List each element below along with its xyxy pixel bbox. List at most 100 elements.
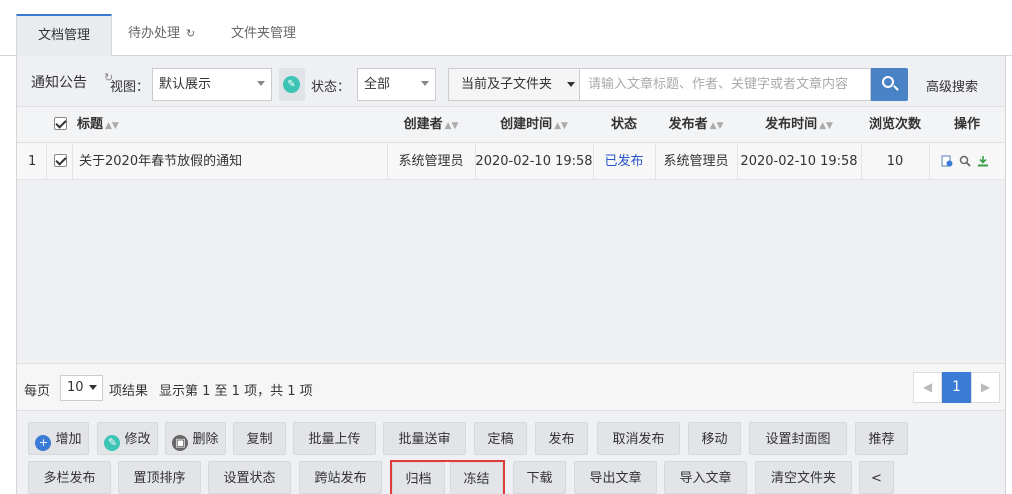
finalize-button[interactable]: 定稿	[474, 422, 527, 455]
scope-select-value: 当前及子文件夹	[461, 77, 553, 92]
set-status-button[interactable]: 设置状态	[208, 461, 291, 494]
filter-toolbar: 通知公告 ↻ 视图： 默认展示 ✎ 状态： 全部 当前及子文件夹 请输入文章标题…	[17, 56, 1005, 106]
export-articles-button[interactable]: 导出文章	[574, 461, 657, 494]
clear-folder-button[interactable]: 清空文件夹	[755, 461, 852, 494]
column-header-created[interactable]: 创建时间 ▲▼	[475, 107, 593, 143]
sort-icon: ▲▼	[444, 121, 459, 131]
unpublish-button[interactable]: 取消发布	[597, 422, 680, 455]
column-header-ops: 操作	[929, 107, 1005, 143]
page-size-select[interactable]: 10	[60, 375, 103, 401]
export-articles-label: 导出文章	[589, 471, 642, 486]
column-publisher-label: 发布者	[668, 117, 708, 132]
sort-icon: ▲▼	[554, 121, 568, 131]
cross-site-publish-button[interactable]: 跨站发布	[299, 461, 382, 494]
search-input[interactable]: 请输入文章标题、作者、关键字或者文章内容	[579, 68, 871, 101]
result-summary: 显示第 1 至 1 项，共 1 项	[159, 384, 313, 399]
delete-button[interactable]: ▣ 删除	[165, 422, 226, 455]
tab-pending[interactable]: 待办处理 ↻	[112, 14, 211, 56]
caret-down-icon	[89, 385, 97, 390]
row-checkbox[interactable]	[54, 154, 67, 167]
column-header-published[interactable]: 发布时间 ▲▼	[737, 107, 861, 143]
column-header-status: 状态	[593, 107, 655, 143]
row-index: 1	[28, 154, 37, 169]
chevron-left-icon: <	[871, 471, 882, 486]
column-created-label: 创建时间	[500, 117, 553, 132]
column-status-label: 状态	[610, 117, 637, 132]
multi-column-publish-button[interactable]: 多栏发布	[28, 461, 111, 494]
table-empty-area	[17, 180, 1005, 363]
batch-review-button[interactable]: 批量送审	[383, 422, 466, 455]
move-label: 移动	[701, 432, 728, 447]
column-views-label: 浏览次数	[868, 117, 921, 132]
move-button[interactable]: 移动	[688, 422, 741, 455]
batch-upload-button[interactable]: 批量上传	[293, 422, 376, 455]
result-label: 项结果	[109, 384, 149, 399]
advanced-search-link[interactable]: 高级搜索	[926, 76, 978, 95]
folder-title: 通知公告	[31, 75, 87, 91]
view-select[interactable]: 默认展示	[152, 68, 272, 101]
edit-view-button[interactable]: ✎	[279, 68, 305, 101]
set-cover-button[interactable]: 设置封面图	[749, 422, 847, 455]
status-select[interactable]: 全部	[357, 68, 436, 101]
recommend-label: 推荐	[868, 432, 895, 447]
tab-document-management[interactable]: 文档管理	[16, 14, 112, 57]
chevron-left-icon: ◀	[922, 380, 933, 394]
row-publisher: 系统管理员	[663, 154, 729, 169]
row-creator: 系统管理员	[398, 154, 464, 169]
prev-page-button[interactable]: ◀	[913, 372, 942, 403]
download-button[interactable]: 下载	[513, 461, 566, 494]
publish-label: 发布	[548, 432, 575, 447]
next-page-button[interactable]: ▶	[971, 372, 1000, 403]
table-row[interactable]: 1 关于2020年春节放假的通知 系统管理员 2020-02-10 19:58 …	[17, 143, 1005, 180]
view-label: 视图：	[110, 80, 150, 95]
view-icon[interactable]	[959, 155, 971, 167]
chevron-down-icon	[257, 81, 265, 86]
tab-folder-management[interactable]: 文件夹管理	[215, 14, 312, 56]
trash-icon: ▣	[172, 435, 189, 451]
select-all-checkbox[interactable]	[54, 117, 67, 130]
recommend-button[interactable]: 推荐	[855, 422, 908, 455]
column-header-publisher[interactable]: 发布者 ▲▼	[655, 107, 737, 143]
column-header-creator[interactable]: 创建者 ▲▼	[387, 107, 475, 143]
set-status-label: 设置状态	[223, 471, 276, 486]
page-1-button[interactable]: 1	[942, 372, 971, 403]
download-label: 下载	[526, 471, 553, 486]
page-number: 1	[952, 379, 961, 395]
clear-folder-label: 清空文件夹	[770, 471, 836, 486]
collapse-button[interactable]: <	[859, 461, 894, 494]
chevron-right-icon: ▶	[980, 380, 991, 394]
caret-down-icon	[567, 82, 575, 87]
pin-sort-label: 置顶排序	[133, 471, 186, 486]
add-button[interactable]: + 增加	[28, 422, 89, 455]
download-icon[interactable]	[977, 155, 989, 167]
divider	[46, 143, 47, 180]
status-label: 状态：	[311, 80, 351, 95]
sort-icon: ▲▼	[709, 121, 724, 131]
batch-review-label: 批量送审	[398, 432, 451, 447]
chevron-down-icon	[421, 81, 429, 86]
import-articles-button[interactable]: 导入文章	[664, 461, 747, 494]
tab-bar: 文档管理 待办处理 ↻ 文件夹管理	[0, 0, 1012, 57]
column-published-label: 发布时间	[765, 117, 818, 132]
copy-label: 复制	[246, 432, 273, 447]
row-title-link[interactable]: 关于2020年春节放假的通知	[79, 143, 242, 180]
pin-sort-button[interactable]: 置顶排序	[118, 461, 201, 494]
row-views: 10	[886, 154, 904, 169]
publish-button[interactable]: 发布	[535, 422, 588, 455]
tab-label: 待办处理	[128, 26, 181, 41]
edit-doc-icon[interactable]	[941, 155, 953, 167]
highlight-box	[390, 460, 505, 494]
row-status: 已发布	[604, 154, 644, 169]
divider	[929, 143, 930, 180]
column-ops-label: 操作	[953, 117, 980, 132]
copy-button[interactable]: 复制	[233, 422, 286, 455]
refresh-icon[interactable]: ↻	[186, 27, 195, 40]
search-placeholder: 请输入文章标题、作者、关键字或者文章内容	[588, 77, 849, 92]
column-header-title[interactable]: 标题 ▲▼	[77, 107, 119, 143]
tab-label: 文件夹管理	[231, 26, 297, 41]
column-title-label: 标题	[77, 117, 104, 132]
edit-button[interactable]: ✎ 修改	[97, 422, 158, 455]
view-select-value: 默认展示	[159, 77, 212, 92]
scope-select[interactable]: 当前及子文件夹	[448, 68, 580, 101]
search-button[interactable]	[871, 68, 908, 101]
